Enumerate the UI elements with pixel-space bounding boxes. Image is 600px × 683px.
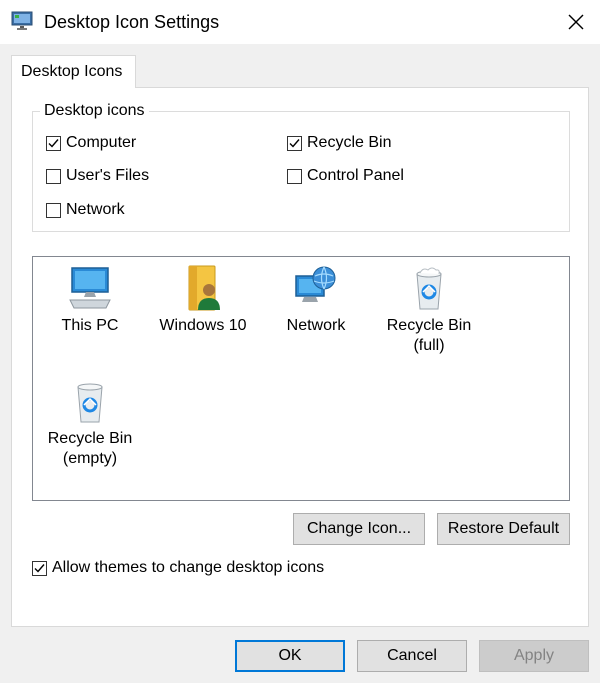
control-panel-checkbox[interactable]: Control Panel	[287, 165, 404, 187]
icon-label-line1: Recycle Bin	[386, 317, 472, 334]
tab-desktop-icons[interactable]: Desktop Icons	[11, 55, 136, 88]
icon-label-line1: Recycle Bin	[47, 430, 133, 447]
checkbox-label: Control Panel	[307, 167, 404, 184]
allow-themes-checkbox[interactable]: Allow themes to change desktop icons	[32, 557, 324, 579]
network-checkbox[interactable]: Network	[46, 199, 125, 221]
icon-label: Network	[286, 317, 346, 334]
groupbox-legend: Desktop icons	[40, 101, 149, 121]
icon-label: This PC	[61, 317, 119, 334]
users-files-checkbox[interactable]: User's Files	[46, 165, 149, 187]
list-item-recycle-bin-empty[interactable]: Recycle Bin (empty)	[35, 377, 145, 469]
icon-label-line2: (full)	[413, 337, 445, 354]
list-item-this-pc[interactable]: This PC	[35, 264, 145, 336]
title-bar[interactable]: Desktop Icon Settings	[0, 0, 600, 44]
close-icon	[568, 14, 584, 30]
checkbox-box[interactable]	[287, 168, 302, 184]
checkbox-label: Allow themes to change desktop icons	[52, 559, 325, 576]
recycle-bin-checkbox[interactable]: Recycle Bin	[287, 132, 391, 154]
list-item-user-files[interactable]: Windows 10	[148, 264, 258, 336]
checkbox-box[interactable]	[46, 168, 61, 184]
dialog-title: Desktop Icon Settings	[44, 12, 220, 32]
checkbox-label: Computer	[66, 134, 137, 151]
checkbox-box[interactable]	[46, 202, 61, 218]
checkbox-label: Recycle Bin	[307, 134, 392, 151]
recycle-bin-full-icon	[416, 267, 442, 310]
restore-default-button[interactable]: Restore Default	[437, 513, 570, 545]
icon-label-line2: (empty)	[62, 450, 118, 467]
change-icon-button[interactable]: Change Icon...	[293, 513, 425, 545]
list-item-recycle-bin-full[interactable]: Recycle Bin (full)	[374, 264, 484, 356]
ok-button[interactable]: OK	[235, 640, 345, 672]
desktop-settings-app-icon	[11, 11, 33, 30]
checkmark-icon	[34, 563, 45, 573]
network-icon	[295, 266, 336, 302]
checkbox-box[interactable]	[46, 135, 61, 151]
recycle-bin-empty-icon	[77, 383, 103, 423]
checkmark-icon	[289, 138, 300, 148]
desktop-icon-settings-dialog: Desktop Icon Settings Desktop Icons Desk…	[0, 0, 600, 683]
cancel-button[interactable]: Cancel	[357, 640, 467, 672]
apply-button[interactable]: Apply	[479, 640, 589, 672]
checkbox-label: User's Files	[66, 167, 150, 184]
checkbox-box[interactable]	[32, 560, 47, 576]
computer-checkbox[interactable]: Computer	[46, 132, 136, 154]
list-item-network[interactable]: Network	[261, 264, 371, 336]
this-pc-icon	[69, 267, 111, 309]
checkmark-icon	[48, 138, 59, 148]
user-files-icon	[188, 265, 220, 311]
tab-label: Desktop Icons	[21, 63, 123, 80]
close-button[interactable]	[556, 4, 596, 40]
icon-label: Windows 10	[159, 317, 247, 334]
checkbox-label: Network	[66, 201, 125, 218]
checkbox-box[interactable]	[287, 135, 302, 151]
